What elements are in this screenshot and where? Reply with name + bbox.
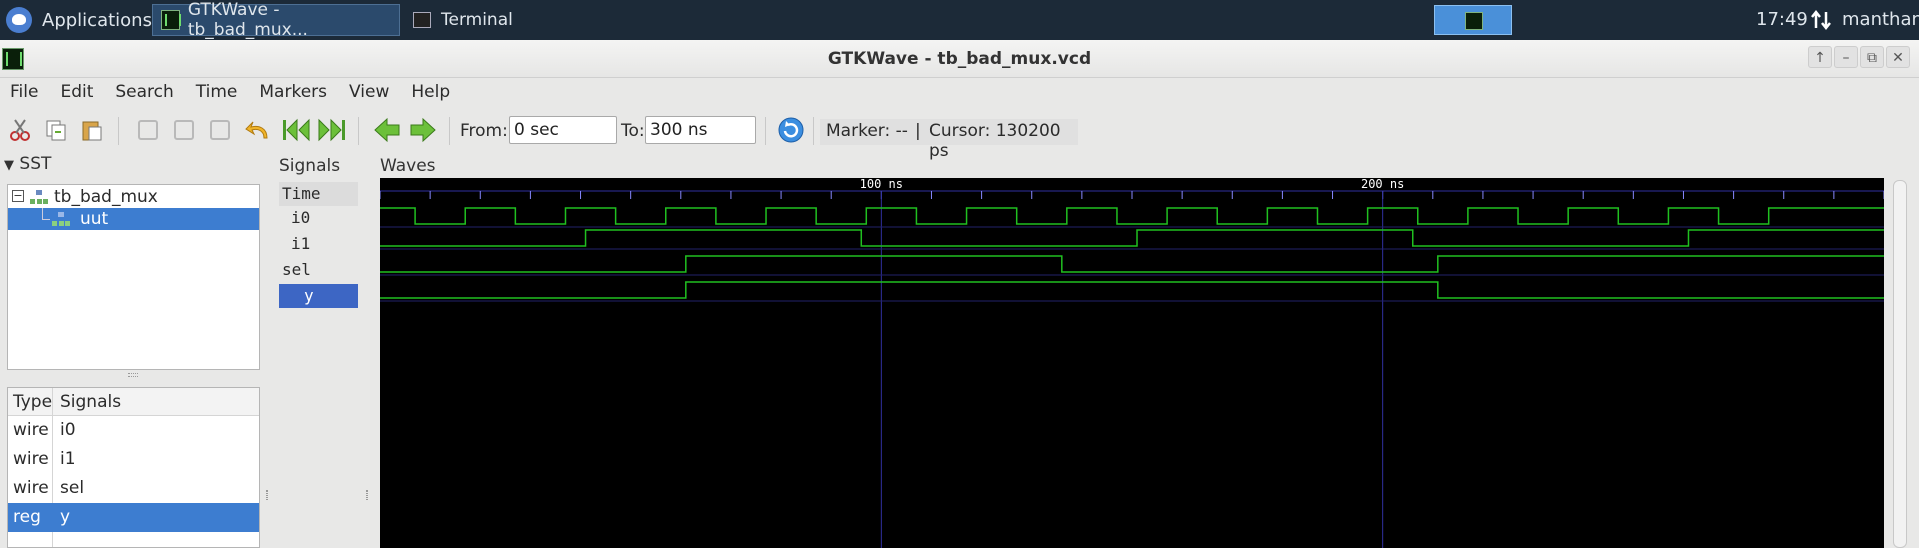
xfce-logo-icon (6, 7, 32, 33)
time-tick-label: 100 ns (860, 178, 903, 191)
trace-y (380, 281, 1884, 299)
zoom-out-icon[interactable] (205, 115, 235, 145)
row-type: reg (13, 507, 41, 527)
vertical-scrollbar[interactable] (1893, 180, 1907, 548)
marker-text: Marker: -- (826, 121, 908, 141)
menu-search[interactable]: Search (115, 82, 173, 102)
signal-row-i1[interactable]: i1 (279, 232, 358, 256)
menu-view[interactable]: View (349, 82, 389, 102)
cursor-text: Cursor: 130200 ps (929, 121, 1061, 161)
task-terminal[interactable]: Terminal (405, 4, 535, 36)
module-icon (52, 212, 70, 226)
signals-header: Signals (279, 156, 341, 176)
time-tick-label: 200 ns (1361, 178, 1404, 191)
waveform-plot: 100 ns 200 ns (380, 178, 1884, 548)
find-next-edge-icon[interactable] (408, 115, 438, 145)
workspace-window-icon (1465, 12, 1483, 30)
collapse-triangle-icon[interactable]: ▼ (4, 158, 14, 173)
toolbar: From: To: Marker: -- | Cursor: 130200 ps (0, 110, 1919, 161)
find-previous-edge-icon[interactable] (372, 115, 402, 145)
zoom-to-start-icon[interactable] (281, 115, 311, 145)
cut-icon[interactable] (5, 115, 35, 145)
tree-item-uut[interactable]: uut (8, 208, 259, 230)
signal-row-i0[interactable]: i0 (279, 206, 358, 230)
zoom-fit-icon[interactable] (133, 115, 163, 145)
task-terminal-label: Terminal (441, 10, 513, 30)
signals-pane-splitter[interactable] (366, 490, 368, 500)
close-icon[interactable]: ✕ (1886, 46, 1910, 68)
window-title: GTKWave - tb_bad_mux.vcd (827, 49, 1092, 69)
sst-pane-splitter[interactable] (128, 373, 138, 377)
zoom-in-icon[interactable] (169, 115, 199, 145)
undo-zoom-icon[interactable] (243, 115, 273, 145)
sst-header[interactable]: ▼ SST (4, 154, 51, 174)
to-label: To: (621, 121, 645, 141)
from-time-input[interactable] (509, 116, 617, 144)
column-type[interactable]: Type (8, 388, 52, 416)
table-row[interactable]: wire i1 (8, 445, 259, 474)
maximize-icon[interactable]: ⧉ (1860, 46, 1884, 68)
column-signals[interactable]: Signals (53, 388, 259, 416)
applications-label: Applications (42, 9, 152, 31)
from-label: From: (460, 121, 508, 141)
module-icon (30, 190, 48, 204)
terminal-icon (413, 12, 431, 28)
tree-label: tb_bad_mux (54, 187, 158, 207)
table-row[interactable]: wire sel (8, 474, 259, 503)
row-signal: y (60, 507, 71, 527)
shade-icon[interactable]: ↑ (1808, 46, 1832, 68)
status-divider: | (915, 121, 921, 141)
task-gtkwave-label: GTKWave - tb_bad_mux... (187, 0, 308, 40)
window-titlebar: GTKWave - tb_bad_mux.vcd ↑ – ⧉ ✕ (0, 40, 1919, 78)
network-icon[interactable] (1810, 9, 1832, 31)
row-type: wire (13, 420, 49, 440)
left-pane-splitter[interactable] (266, 490, 268, 500)
to-time-input[interactable] (645, 116, 756, 144)
menu-help[interactable]: Help (411, 82, 450, 102)
row-type: wire (13, 478, 49, 498)
menu-file[interactable]: File (10, 82, 38, 102)
trace-i1 (380, 229, 1884, 247)
clock[interactable]: 17:49 (1756, 0, 1808, 40)
time-row: Time (279, 182, 358, 206)
row-signal: i0 (60, 420, 76, 440)
tree-label: uut (80, 209, 109, 229)
copy-icon[interactable] (41, 115, 71, 145)
menu-bar: File Edit Search Time Markers View Help (0, 78, 1919, 106)
workspace-switcher[interactable] (1434, 5, 1512, 35)
paste-icon[interactable] (77, 115, 107, 145)
signals-type-table: Type Signals wire i0 wire i1 wire sel re… (7, 387, 260, 548)
user-menu[interactable]: manthan (1842, 0, 1919, 40)
task-gtkwave[interactable]: GTKWave - tb_bad_mux... (152, 0, 400, 40)
menu-edit[interactable]: Edit (60, 82, 93, 102)
marker-status: Marker: -- | Cursor: 130200 ps (820, 119, 1078, 161)
waves-header: Waves (380, 156, 436, 176)
row-signal: sel (60, 478, 85, 498)
signal-row-sel[interactable]: sel (279, 258, 358, 282)
gtkwave-icon (161, 10, 181, 30)
signals-pane: Time i0 i1 sel y (279, 178, 360, 548)
sst-tree: − tb_bad_mux uut (7, 184, 260, 370)
zoom-to-end-icon[interactable] (317, 115, 347, 145)
trace-i0 (380, 207, 1884, 225)
menu-time[interactable]: Time (196, 82, 238, 102)
table-row[interactable]: wire i0 (8, 416, 259, 445)
waveform-canvas[interactable]: 100 ns 200 ns (380, 178, 1884, 548)
signal-row-y[interactable]: y (279, 284, 358, 308)
row-signal: i1 (60, 449, 76, 469)
trace-sel (380, 255, 1884, 273)
table-row[interactable]: reg y (8, 503, 259, 532)
top-panel: Applications GTKWave - tb_bad_mux... Ter… (0, 0, 1919, 40)
minimize-icon[interactable]: – (1834, 46, 1858, 68)
reload-icon[interactable] (776, 115, 806, 145)
row-type: wire (13, 449, 49, 469)
tree-item-tb-bad-mux[interactable]: − tb_bad_mux (8, 186, 259, 208)
menu-markers[interactable]: Markers (259, 82, 327, 102)
applications-menu[interactable]: Applications (0, 0, 152, 40)
tree-expander-icon[interactable]: − (12, 190, 24, 202)
